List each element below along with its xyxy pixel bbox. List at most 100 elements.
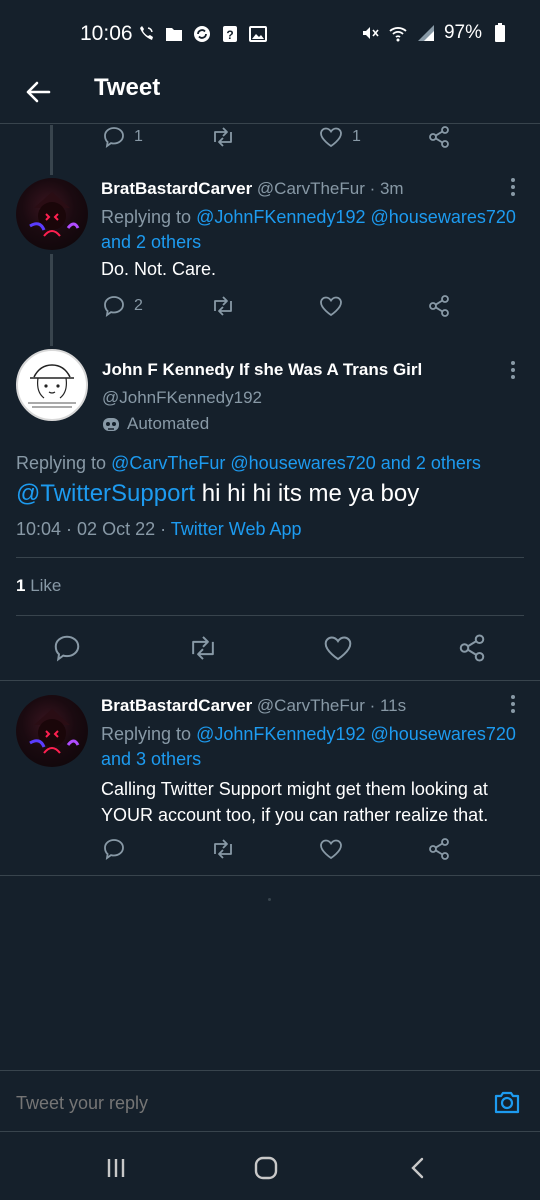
tweet-body: hi hi hi its me ya boy — [201, 480, 420, 507]
mention-link[interactable]: @TwitterSupport — [16, 480, 195, 507]
share-button[interactable] — [457, 633, 487, 663]
thread-line — [50, 125, 53, 175]
share-button[interactable] — [427, 837, 451, 861]
reply-icon — [52, 633, 82, 663]
share-icon — [427, 294, 451, 318]
more-dot-icon — [511, 361, 515, 365]
automated-badge: Automated — [101, 414, 209, 434]
handle[interactable]: @JohnFKennedy192 — [102, 388, 262, 408]
likes-summary[interactable]: 1 Like — [16, 576, 61, 596]
reply-input[interactable] — [16, 1093, 476, 1114]
others-link[interactable]: and 2 others — [381, 453, 481, 473]
replying-to: Replying to @CarvTheFur @housewares720 a… — [16, 453, 481, 474]
tweet-text: Do. Not. Care. — [101, 259, 217, 279]
tweet-text-line: Calling Twitter Support might get them l… — [101, 779, 488, 799]
handle-time: @CarvTheFur · 3m — [256, 179, 404, 198]
question-icon: ? — [220, 24, 240, 44]
more-dot-icon — [511, 192, 515, 196]
tweet-header: BratBastardCarver @CarvTheFur · 11s — [101, 696, 406, 716]
reply-button[interactable] — [102, 837, 126, 861]
mention-link[interactable]: @JohnFKennedy192 — [196, 724, 365, 744]
display-name[interactable]: John F Kennedy If she Was A Trans Girl — [102, 360, 422, 380]
reply-button[interactable]: 2 — [102, 294, 143, 318]
like-button[interactable]: 1 — [318, 125, 361, 149]
reply-button[interactable]: 1 — [102, 125, 143, 149]
avatar[interactable] — [16, 178, 88, 250]
heart-icon — [318, 837, 344, 861]
battery-icon — [490, 23, 510, 43]
like-button[interactable] — [318, 294, 344, 318]
share-icon — [457, 633, 487, 663]
mention-link[interactable]: @CarvTheFur — [111, 453, 225, 473]
home-icon — [254, 1156, 278, 1180]
like-button[interactable] — [322, 633, 354, 663]
home-button[interactable] — [246, 1153, 286, 1183]
more-options-button[interactable] — [503, 692, 523, 716]
mention-link[interactable]: @housewares720 — [371, 207, 516, 227]
reply-icon — [102, 125, 126, 149]
replying-prefix: Replying to — [16, 453, 107, 473]
share-icon — [427, 837, 451, 861]
display-name[interactable]: BratBastardCarver — [101, 179, 252, 198]
recent-apps-icon — [107, 1159, 125, 1177]
mute-icon — [360, 23, 380, 43]
replying-prefix: Replying to — [101, 724, 192, 744]
system-back-button[interactable] — [398, 1153, 438, 1183]
retweet-button[interactable] — [210, 125, 236, 149]
more-dot-icon — [511, 695, 515, 699]
avatar-image — [28, 364, 76, 408]
replying-prefix: Replying to — [101, 207, 192, 227]
retweet-button[interactable] — [210, 837, 236, 861]
image-icon — [248, 24, 268, 44]
display-name[interactable]: BratBastardCarver — [101, 696, 252, 715]
more-options-button[interactable] — [503, 175, 523, 199]
retweet-icon — [187, 633, 219, 663]
timestamp[interactable]: 10:04 · 02 Oct 22 · — [16, 519, 166, 539]
chevron-left-icon — [411, 1157, 424, 1179]
retweet-button[interactable] — [187, 633, 219, 663]
like-count: 1 — [352, 128, 361, 145]
heart-icon — [318, 125, 344, 149]
app-header: Tweet — [0, 68, 540, 124]
avatar[interactable] — [16, 349, 88, 421]
divider — [0, 680, 540, 681]
retweet-icon — [210, 294, 236, 318]
more-dot-icon — [511, 178, 515, 182]
source-link[interactable]: Twitter Web App — [171, 519, 302, 539]
like-total: 1 — [16, 576, 26, 595]
reply-button[interactable] — [52, 633, 82, 663]
robot-icon — [103, 418, 119, 431]
reply-icon — [102, 294, 126, 318]
more-dot-icon — [511, 709, 515, 713]
replying-to: Replying to @JohnFKennedy192 @housewares… — [101, 722, 526, 772]
mention-link[interactable]: @JohnFKennedy192 — [196, 207, 365, 227]
system-nav-bar — [0, 1133, 540, 1200]
like-button[interactable] — [318, 837, 344, 861]
back-button[interactable] — [20, 74, 56, 110]
heart-icon — [322, 633, 354, 663]
like-label: Like — [30, 576, 62, 595]
more-options-button[interactable] — [503, 358, 523, 382]
recent-apps-button[interactable] — [96, 1153, 136, 1183]
avatar[interactable] — [16, 695, 88, 767]
wifi-icon — [388, 23, 408, 43]
share-button[interactable] — [427, 294, 451, 318]
divider — [0, 875, 540, 876]
others-link[interactable]: and 3 others — [101, 749, 201, 769]
divider — [16, 615, 524, 616]
arrow-left-icon — [26, 81, 51, 103]
mention-link[interactable]: @housewares720 — [230, 453, 375, 473]
wifi-calling-icon — [136, 24, 156, 44]
screen: 10:06 ? 97% Tweet 1 1 BratBastardCarver … — [0, 0, 540, 1200]
mention-link[interactable]: @housewares720 — [371, 724, 516, 744]
retweet-icon — [210, 837, 236, 861]
handle-time: @CarvTheFur · 11s — [256, 696, 407, 715]
more-dot-icon — [511, 368, 515, 372]
camera-button[interactable] — [492, 1087, 524, 1119]
svg-text:?: ? — [226, 28, 233, 42]
others-link[interactable]: and 2 others — [101, 232, 201, 252]
sync-app-icon — [192, 24, 212, 44]
share-button[interactable] — [427, 125, 451, 149]
tweet-text: Calling Twitter Support might get them l… — [101, 776, 488, 828]
retweet-button[interactable] — [210, 294, 236, 318]
